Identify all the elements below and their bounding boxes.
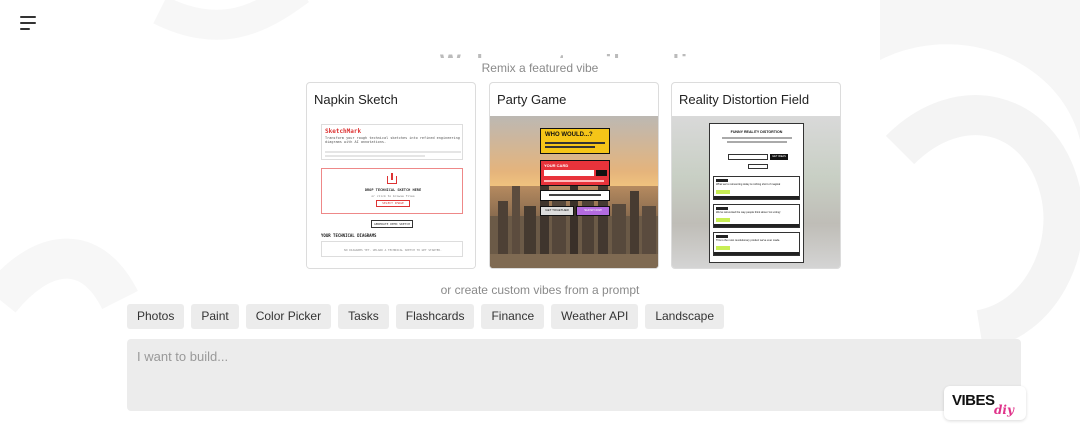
chip-landscape[interactable]: Landscape xyxy=(645,304,725,329)
chip-photos[interactable]: Photos xyxy=(127,304,185,329)
card-thumbnail: FUNNY REALITY DISTORTION GET IDEAS What … xyxy=(672,116,840,268)
chip-weather-api[interactable]: Weather API xyxy=(551,304,639,329)
featured-card-party-game[interactable]: Party Game WHO WOULD...? YOUR CARD GET T… xyxy=(489,82,659,269)
chip-paint[interactable]: Paint xyxy=(191,304,239,329)
card-thumbnail: SketchMark Transform your rough technica… xyxy=(307,116,475,268)
suggestion-chips: Photos Paint Color Picker Tasks Flashcar… xyxy=(127,304,725,329)
card-thumbnail: WHO WOULD...? YOUR CARD GET TOGETHER SHO… xyxy=(490,116,658,268)
hamburger-menu-icon[interactable] xyxy=(20,16,38,30)
card-title: Napkin Sketch xyxy=(314,92,398,107)
chip-flashcards[interactable]: Flashcards xyxy=(395,304,475,329)
chip-color-picker[interactable]: Color Picker xyxy=(245,304,332,329)
card-title: Party Game xyxy=(497,92,567,107)
vibes-diy-logo[interactable]: VIBES diy xyxy=(944,386,1026,420)
card-title: Reality Distortion Field xyxy=(679,92,810,107)
prompt-input[interactable] xyxy=(127,339,1021,411)
featured-vibes-label: Remix a featured vibe xyxy=(481,61,599,75)
featured-card-reality-distortion-field[interactable]: Reality Distortion Field FUNNY REALITY D… xyxy=(671,82,841,269)
chip-tasks[interactable]: Tasks xyxy=(338,304,389,329)
custom-vibes-label: or create custom vibes from a prompt xyxy=(440,283,640,297)
page-heading: Welcome to vibes.diy xyxy=(440,48,690,58)
featured-card-napkin-sketch[interactable]: Napkin Sketch SketchMark Transform your … xyxy=(306,82,476,269)
chip-finance[interactable]: Finance xyxy=(481,304,545,329)
